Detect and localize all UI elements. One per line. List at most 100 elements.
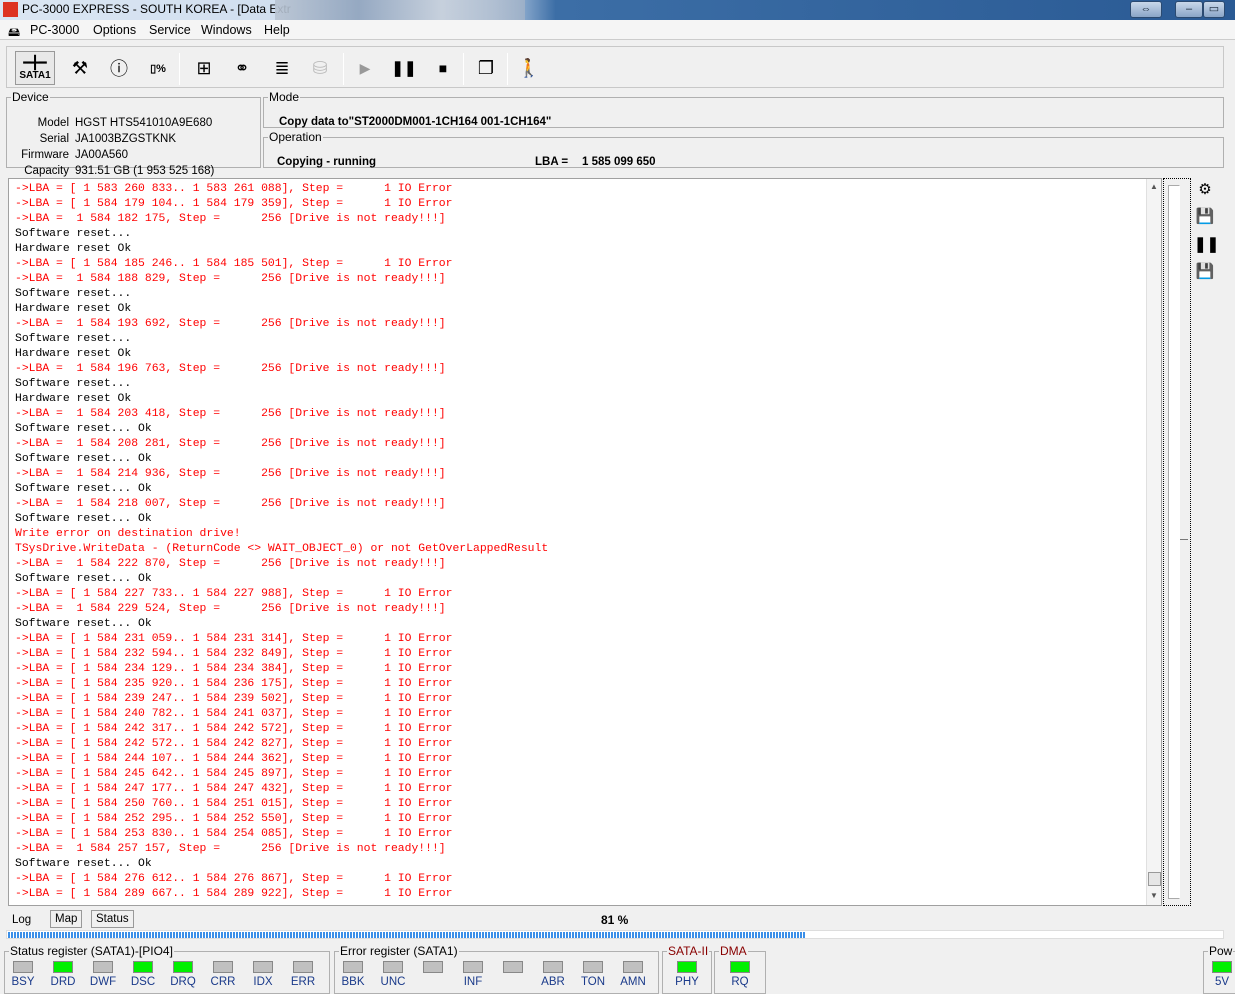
progress-fill bbox=[8, 932, 806, 938]
log-line: ->LBA = 1 584 196 763, Step = 256 [Drive… bbox=[15, 363, 446, 375]
log-line: ->LBA = [ 1 584 185 246.. 1 584 185 501]… bbox=[15, 258, 453, 270]
log-line: ->LBA = 1 584 188 829, Step = 256 [Drive… bbox=[15, 273, 446, 285]
log-line: TSysDrive.WriteData - (ReturnCode <> WAI… bbox=[15, 543, 549, 555]
binoculars-icon[interactable]: ⚭ bbox=[225, 51, 259, 85]
separator bbox=[463, 53, 464, 85]
log-line: ->LBA = 1 584 218 007, Step = 256 [Drive… bbox=[15, 498, 446, 510]
windows-icon[interactable]: ❐ bbox=[469, 51, 503, 85]
disk-icon[interactable]: ⛁ bbox=[303, 51, 337, 85]
led-label: DRQ bbox=[170, 976, 196, 988]
speed-gauge-panel bbox=[1163, 178, 1191, 906]
log-panel[interactable]: ->LBA = [ 1 583 260 833.. 1 583 261 088]… bbox=[8, 178, 1162, 906]
stop-icon[interactable]: ■ bbox=[426, 51, 460, 85]
progress-text: 81 % bbox=[601, 913, 629, 927]
led-label: AMN bbox=[620, 976, 646, 988]
scroll-up-icon[interactable]: ▲ bbox=[1150, 182, 1158, 191]
log-line: Software reset... Ok bbox=[15, 453, 152, 465]
log-line: Write error on destination drive! bbox=[15, 528, 241, 540]
led-label: DRD bbox=[50, 976, 76, 988]
pause-icon[interactable]: ❚❚ bbox=[387, 51, 421, 85]
status-register-led bbox=[213, 961, 233, 973]
log-line: ->LBA = 1 584 229 524, Step = 256 [Drive… bbox=[15, 603, 446, 615]
log-line: Software reset... Ok bbox=[15, 513, 152, 525]
log-line: ->LBA = [ 1 584 227 733.. 1 584 227 988]… bbox=[15, 588, 453, 600]
settings-doc-icon[interactable]: ⚙ bbox=[1194, 180, 1216, 202]
sata-port-button[interactable]: ━╋━ SATA1 bbox=[15, 51, 55, 85]
percent-doc-icon[interactable]: ▯% bbox=[141, 51, 175, 85]
log-line: ->LBA = 1 584 214 936, Step = 256 [Drive… bbox=[15, 468, 446, 480]
status-register-led bbox=[93, 961, 113, 973]
status-register-led bbox=[293, 961, 313, 973]
scroll-thumb[interactable] bbox=[1148, 872, 1161, 886]
save-icon[interactable]: 💾 bbox=[1194, 207, 1216, 229]
error-register-led bbox=[463, 961, 483, 973]
sata-legend: SATA-II bbox=[668, 944, 709, 958]
maximize-button[interactable]: ▭ bbox=[1203, 1, 1225, 18]
gauge-track bbox=[1168, 185, 1180, 899]
tab-map[interactable]: Map bbox=[50, 910, 83, 928]
log-line: Hardware reset Ok bbox=[15, 348, 132, 360]
dma-led bbox=[730, 961, 750, 973]
led-label: IDX bbox=[253, 976, 273, 988]
log-line: Software reset... Ok bbox=[15, 483, 152, 495]
tree-icon[interactable]: ⊞ bbox=[187, 51, 221, 85]
log-line: ->LBA = [ 1 584 247 177.. 1 584 247 432]… bbox=[15, 783, 453, 795]
log-line: ->LBA = [ 1 584 250 760.. 1 584 251 015]… bbox=[15, 798, 453, 810]
log-line: Software reset... Ok bbox=[15, 423, 152, 435]
status-register-led bbox=[53, 961, 73, 973]
log-line: ->LBA = [ 1 584 179 104.. 1 584 179 359]… bbox=[15, 198, 453, 210]
restore-icon[interactable]: ⇔ bbox=[1130, 1, 1162, 18]
log-line: Hardware reset Ok bbox=[15, 303, 132, 315]
menu-help[interactable]: Help bbox=[264, 23, 290, 37]
menu-options[interactable]: Options bbox=[93, 23, 136, 37]
save-as-icon[interactable]: 💾 bbox=[1194, 262, 1216, 284]
operation-panel: Operation Copying - running LBA = 1 585 … bbox=[263, 130, 1224, 168]
exit-icon[interactable]: 🚶 bbox=[512, 51, 546, 85]
menu-windows[interactable]: Windows bbox=[201, 23, 252, 37]
tools-icon[interactable]: ⚒ bbox=[63, 51, 97, 85]
gauge-marker[interactable] bbox=[1180, 539, 1188, 547]
error-register-legend: Error register (SATA1) bbox=[340, 944, 458, 958]
log-line: ->LBA = 1 584 182 175, Step = 256 [Drive… bbox=[15, 213, 446, 225]
model-label: Model bbox=[37, 117, 69, 129]
tab-status[interactable]: Status bbox=[91, 910, 134, 928]
status-register-led bbox=[173, 961, 193, 973]
log-line: Hardware reset Ok bbox=[15, 243, 132, 255]
window-title: PC-3000 EXPRESS - SOUTH KOREA - [Data Ex… bbox=[22, 2, 291, 16]
sata-label: SATA1 bbox=[19, 69, 51, 81]
power-led bbox=[1212, 961, 1232, 973]
log-line: Software reset... bbox=[15, 228, 132, 240]
log-line: ->LBA = [ 1 584 242 572.. 1 584 242 827]… bbox=[15, 738, 453, 750]
tab-log[interactable]: Log bbox=[8, 912, 35, 930]
firmware-label: Firmware bbox=[21, 149, 69, 161]
minimize-button[interactable]: – bbox=[1175, 1, 1203, 18]
menu-service[interactable]: Service bbox=[149, 23, 191, 37]
sata-led bbox=[677, 961, 697, 973]
log-scrollbar[interactable]: ▲ ▼ bbox=[1146, 179, 1161, 905]
play-icon[interactable]: ▶ bbox=[348, 51, 382, 85]
status-register-led bbox=[253, 961, 273, 973]
log-line: ->LBA = [ 1 584 252 295.. 1 584 252 550]… bbox=[15, 813, 453, 825]
error-register-led bbox=[583, 961, 603, 973]
log-line: ->LBA = 1 584 222 870, Step = 256 [Drive… bbox=[15, 558, 446, 570]
menu-pc3000[interactable]: PC-3000 bbox=[30, 23, 79, 37]
log-line: ->LBA = 1 584 203 418, Step = 256 [Drive… bbox=[15, 408, 446, 420]
error-register-led bbox=[343, 961, 363, 973]
separator bbox=[179, 53, 180, 85]
led-label: BSY bbox=[11, 976, 35, 988]
dma-legend: DMA bbox=[720, 944, 747, 958]
led-label: RQ bbox=[731, 976, 749, 988]
log-line: Software reset... bbox=[15, 288, 132, 300]
led-label: PHY bbox=[675, 976, 699, 988]
serial-label: Serial bbox=[39, 133, 69, 145]
scroll-down-icon[interactable]: ▼ bbox=[1150, 891, 1158, 900]
layers-icon[interactable]: ≣ bbox=[265, 51, 299, 85]
lba-value: 1 585 099 650 bbox=[582, 156, 656, 168]
status-register-led bbox=[13, 961, 33, 973]
separator bbox=[507, 53, 508, 85]
operation-legend: Operation bbox=[269, 130, 322, 144]
info-icon[interactable]: ⓘ bbox=[102, 51, 136, 85]
pause-log-icon[interactable]: ❚❚ bbox=[1194, 235, 1219, 257]
led-label: BBK bbox=[341, 976, 365, 988]
error-register-led bbox=[623, 961, 643, 973]
